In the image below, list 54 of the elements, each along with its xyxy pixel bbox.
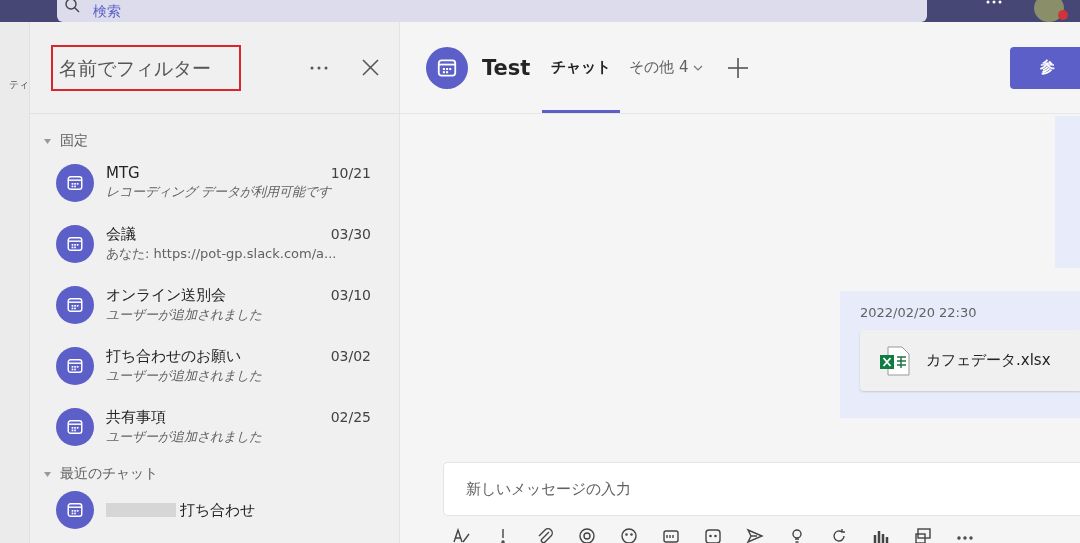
- close-icon[interactable]: [362, 59, 379, 76]
- chat-preview: ユーザーが追加されました: [106, 305, 263, 324]
- chat-preview: ユーザーが追加されました: [106, 427, 263, 446]
- chevron-down-icon: [692, 64, 703, 71]
- spreadsheet-file-icon: [878, 343, 912, 378]
- section-title[interactable]: 固定: [60, 132, 88, 150]
- search-field[interactable]: 検索: [57, 0, 927, 22]
- chat-item[interactable]: MTG 10/21 レコーディング データが利用可能です: [30, 152, 399, 213]
- chat-date: 03/30: [330, 226, 371, 242]
- chat-item[interactable]: 打ち合わせ: [30, 485, 399, 535]
- chat-date: 03/02: [330, 348, 371, 364]
- chat-preview: ユーザーが追加されました: [106, 366, 263, 385]
- calendar-icon: [66, 417, 84, 436]
- paper-plane-icon[interactable]: [745, 526, 765, 543]
- chat-name: 打ち合わせ: [180, 500, 255, 520]
- chat-preview: レコーディング データが利用可能です: [106, 183, 333, 201]
- calendar-icon: [66, 501, 84, 519]
- chat-date: 03/10: [330, 287, 371, 303]
- filter-field[interactable]: 名前でフィルター: [51, 44, 241, 91]
- tab[interactable]: チャット: [542, 22, 621, 113]
- avatar[interactable]: [1034, 0, 1064, 22]
- message-time: 2022/02/20 22:30: [860, 305, 978, 320]
- chat-name: オンライン送別会: [106, 285, 226, 305]
- presence-dot: [1058, 10, 1068, 20]
- chat-item[interactable]: 打ち合わせのお願い 03/02 ユーザーが追加されました: [30, 335, 399, 396]
- tab[interactable]: その他 4: [620, 22, 712, 113]
- format-icon[interactable]: [451, 526, 471, 543]
- card-icon[interactable]: [913, 526, 933, 543]
- calendar-icon: [66, 356, 84, 375]
- chat-title: Test: [482, 55, 531, 80]
- calendar-icon: [66, 234, 84, 253]
- section-title[interactable]: 最近のチャット: [60, 465, 158, 483]
- more-icon[interactable]: [986, 0, 1002, 6]
- calendar-icon: [66, 173, 84, 192]
- chat-item[interactable]: 共有事項 02/25 ユーザーが追加されました: [30, 396, 399, 457]
- chat-item[interactable]: オンライン送別会 03/10 ユーザーが追加されました: [30, 274, 399, 335]
- chat-date: 02/25: [330, 409, 371, 425]
- chat-name: 打ち合わせのお願い: [106, 346, 241, 366]
- chat-name: 会議: [106, 224, 136, 244]
- join-button[interactable]: 参: [1010, 46, 1080, 89]
- chat-preview: あなた: https://pot-gp.slack.com/a...: [106, 244, 338, 263]
- calendar-icon: [66, 295, 84, 314]
- rail-label[interactable]: ティ: [9, 78, 29, 92]
- more-icon[interactable]: [310, 65, 328, 70]
- emoji-icon[interactable]: [619, 526, 639, 543]
- chat-name: 共有事項: [106, 407, 166, 427]
- message-input-field[interactable]: 新しいメッセージの入力: [443, 462, 1080, 516]
- file-name: カフェデータ.xlsx: [926, 351, 1051, 370]
- file-attachment[interactable]: カフェデータ.xlsx: [860, 330, 1080, 391]
- sticker-icon[interactable]: [703, 526, 723, 543]
- chat-date: 10/21: [330, 165, 371, 181]
- chat-item[interactable]: 会議 03/30 あなた: https://pot-gp.slack.com/a...: [30, 213, 399, 274]
- chat-name: MTG: [106, 164, 140, 182]
- plus-icon[interactable]: [727, 57, 748, 78]
